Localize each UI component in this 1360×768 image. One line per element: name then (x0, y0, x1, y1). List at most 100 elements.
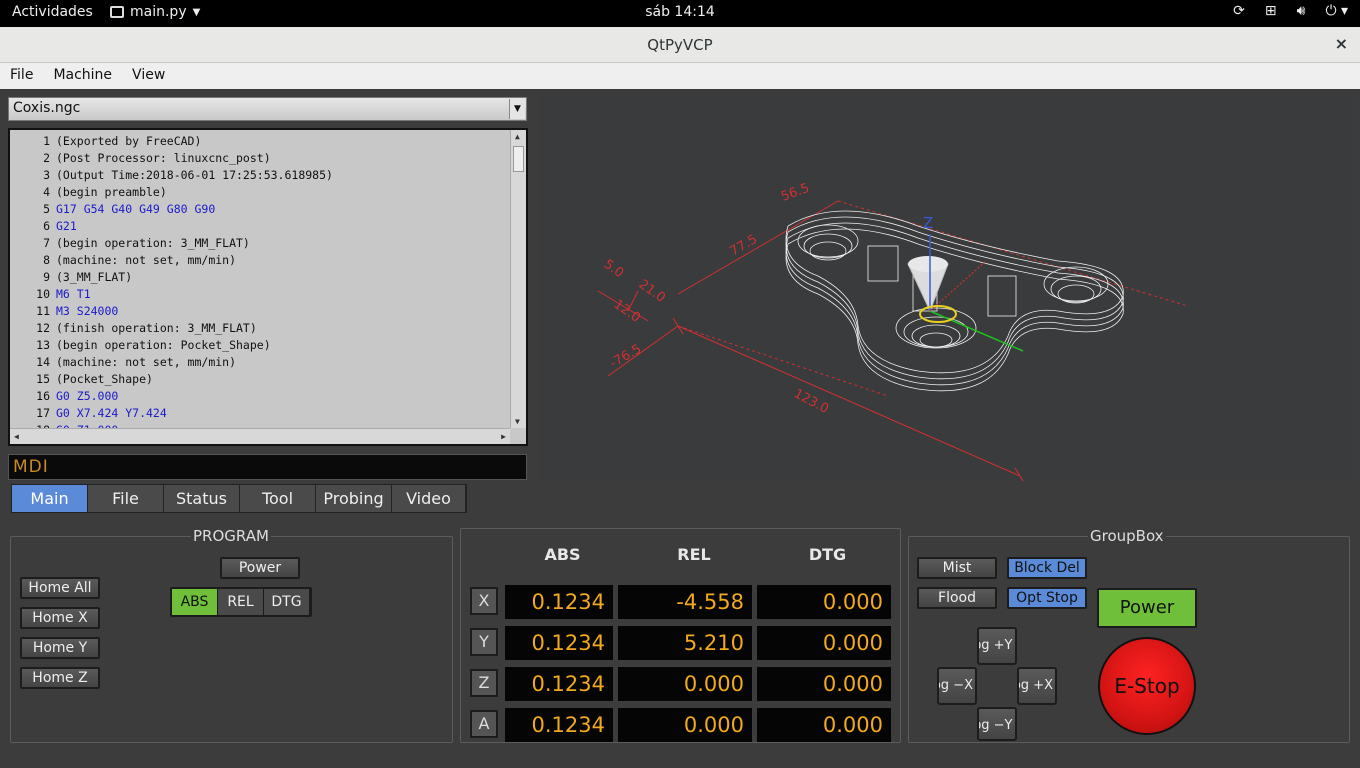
axis-y-button[interactable]: Y (470, 628, 498, 656)
gcode-line-number: 10 (36, 287, 50, 301)
gcode-line[interactable]: 13 (begin operation: Pocket_Shape) (10, 338, 510, 355)
mode-abs-button[interactable]: ABS (172, 589, 218, 615)
axis-a-button[interactable]: A (470, 710, 498, 738)
jog-y-minus-label: Jog −Y (979, 718, 1013, 733)
gcode-line[interactable]: 8 (machine: not set, mm/min) (10, 253, 510, 270)
clock[interactable]: sáb 14:14 (0, 4, 1360, 20)
dim-label-3: 5.0 (601, 257, 627, 281)
flood-button[interactable]: Flood (917, 587, 997, 609)
mdi-input[interactable]: MDI (8, 454, 527, 480)
gcode-line-number: 3 (43, 168, 50, 182)
jog-x-plus-button[interactable]: Jog +X (1017, 667, 1057, 705)
tab-video[interactable]: Video (392, 485, 466, 512)
tab-probing[interactable]: Probing (316, 485, 392, 512)
gcode-line-number: 5 (43, 202, 50, 216)
scroll-thumb[interactable] (513, 146, 524, 172)
gcode-line[interactable]: 14 (machine: not set, mm/min) (10, 355, 510, 372)
scroll-down-icon[interactable]: ▼ (515, 417, 520, 426)
tab-file[interactable]: File (88, 485, 164, 512)
machine-power-button[interactable]: Power (1097, 588, 1197, 628)
axis-x-button[interactable]: X (470, 587, 498, 615)
power-menu-icon[interactable]: ⏻ ▾ (1325, 3, 1348, 19)
home-x-button[interactable]: Home X (20, 607, 100, 629)
menu-machine[interactable]: Machine (43, 63, 122, 89)
system-tray[interactable]: ⟳ ⊞ 🔊︎ ⏻ ▾ (1233, 3, 1348, 19)
gcode-line-text: G17 G54 G40 G49 G80 G90 (56, 202, 216, 216)
gcode-line-number: 8 (43, 253, 50, 267)
program-power-button[interactable]: Power (220, 557, 300, 579)
close-icon[interactable]: × (1335, 34, 1348, 53)
gcode-line[interactable]: 11 M3 S24000 (10, 304, 510, 321)
gcode-line[interactable]: 16 G0 Z5.000 (10, 389, 510, 406)
tool-top (908, 256, 948, 272)
gcode-line[interactable]: 15 (Pocket_Shape) (10, 372, 510, 389)
scroll-left-icon[interactable]: ◀ (14, 432, 19, 441)
mist-button[interactable]: Mist (917, 557, 997, 579)
activities-button[interactable]: Actividades (12, 4, 93, 20)
menu-view[interactable]: View (122, 63, 175, 89)
dro-x-rel: -4.558 (618, 585, 752, 619)
home-y-button[interactable]: Home Y (20, 637, 100, 659)
gcode-line-text: (begin operation: Pocket_Shape) (56, 338, 271, 352)
home-z-button[interactable]: Home Z (20, 667, 100, 689)
jog-x-minus-button[interactable]: Jog −X (937, 667, 977, 705)
axis-z-button[interactable]: Z (470, 669, 498, 697)
scroll-up-icon[interactable]: ▲ (515, 132, 520, 141)
controls-groupbox-title: GroupBox (1088, 527, 1166, 545)
vertical-scrollbar[interactable]: ▲ ▼ (510, 130, 526, 428)
gcode-line-number: 17 (36, 406, 50, 420)
gcode-line-text: (machine: not set, mm/min) (56, 355, 237, 369)
scroll-right-icon[interactable]: ▶ (501, 432, 506, 441)
block-delete-button[interactable]: Block Del (1007, 557, 1087, 579)
gcode-line[interactable]: 10 M6 T1 (10, 287, 510, 304)
optional-stop-button[interactable]: Opt Stop (1007, 587, 1087, 609)
system-top-bar: Actividades main.py ▼ sáb 14:14 ⟳ ⊞ 🔊︎ ⏻… (0, 0, 1360, 27)
horizontal-scrollbar[interactable]: ◀ ▶ (10, 428, 510, 444)
gcode-line[interactable]: 4 (begin preamble) (10, 185, 510, 202)
program-title: PROGRAM (191, 527, 271, 545)
mode-rel-button[interactable]: REL (218, 589, 264, 615)
gcode-line[interactable]: 3 (Output Time:2018-06-01 17:25:53.618985… (10, 168, 510, 185)
estop-button[interactable]: E-Stop (1098, 637, 1196, 735)
jog-y-minus-button[interactable]: Jog −Y (977, 707, 1017, 741)
gcode-line[interactable]: 1 (Exported by FreeCAD) (10, 134, 510, 151)
jog-y-plus-button[interactable]: Jog +Y (977, 627, 1017, 665)
gcode-line[interactable]: 7 (begin operation: 3_MM_FLAT) (10, 236, 510, 253)
volume-icon[interactable]: 🔊︎ (1297, 3, 1306, 19)
dim-label-1: 56.5 (779, 181, 811, 205)
gcode-line-text: (Pocket_Shape) (56, 372, 153, 386)
tab-tool[interactable]: Tool (240, 485, 316, 512)
gcode-line[interactable]: 12 (finish operation: 3_MM_FLAT) (10, 321, 510, 338)
gcode-line-text: M6 T1 (56, 287, 91, 301)
menu-bar: File Machine View (0, 63, 1360, 89)
z-axis-label: Z (923, 214, 933, 232)
app-menu-label: main.py (130, 4, 187, 20)
gcode-3d-viewer[interactable]: 56.5 77.5 5.0 21.0 12.0 -76.5 123.0 Z (538, 96, 1353, 481)
mode-dtg-button[interactable]: DTG (264, 589, 310, 615)
network-icon[interactable]: ⊞ (1265, 3, 1277, 19)
dro-a-dtg: 0.000 (757, 708, 891, 742)
gcode-line-text: (3_MM_FLAT) (56, 270, 133, 284)
dropdown-arrow-icon[interactable]: ▼ (509, 99, 525, 119)
dro-x-abs: 0.1234 (505, 585, 613, 619)
app-menu[interactable]: main.py ▼ (110, 4, 200, 20)
dro-header-abs: ABS (544, 545, 581, 564)
gcode-line[interactable]: 17 G0 X7.424 Y7.424 (10, 406, 510, 423)
jog-y-plus-label: Jog +Y (979, 638, 1013, 653)
tab-main[interactable]: Main (12, 485, 88, 512)
dro-z-dtg: 0.000 (757, 667, 891, 701)
file-select[interactable]: Coxis.ngc ▼ (8, 97, 527, 121)
gcode-line[interactable]: 2 (Post Processor: linuxcnc_post) (10, 151, 510, 168)
gcode-editor[interactable]: 1 (Exported by FreeCAD) 2 (Post Processor: … (8, 128, 528, 446)
gcode-line[interactable]: 9 (3_MM_FLAT) (10, 270, 510, 287)
home-all-button[interactable]: Home All (20, 577, 100, 599)
update-icon[interactable]: ⟳ (1233, 3, 1245, 19)
tab-status[interactable]: Status (164, 485, 240, 512)
gcode-line[interactable]: 5 G17 G54 G40 G49 G80 G90 (10, 202, 510, 219)
gcode-line[interactable]: 6 G21 (10, 219, 510, 236)
chevron-down-icon: ▼ (192, 6, 201, 18)
app-icon (110, 6, 124, 18)
toolpath (785, 210, 1124, 392)
menu-file[interactable]: File (0, 63, 43, 89)
dim-label-4: 21.0 (636, 277, 668, 306)
